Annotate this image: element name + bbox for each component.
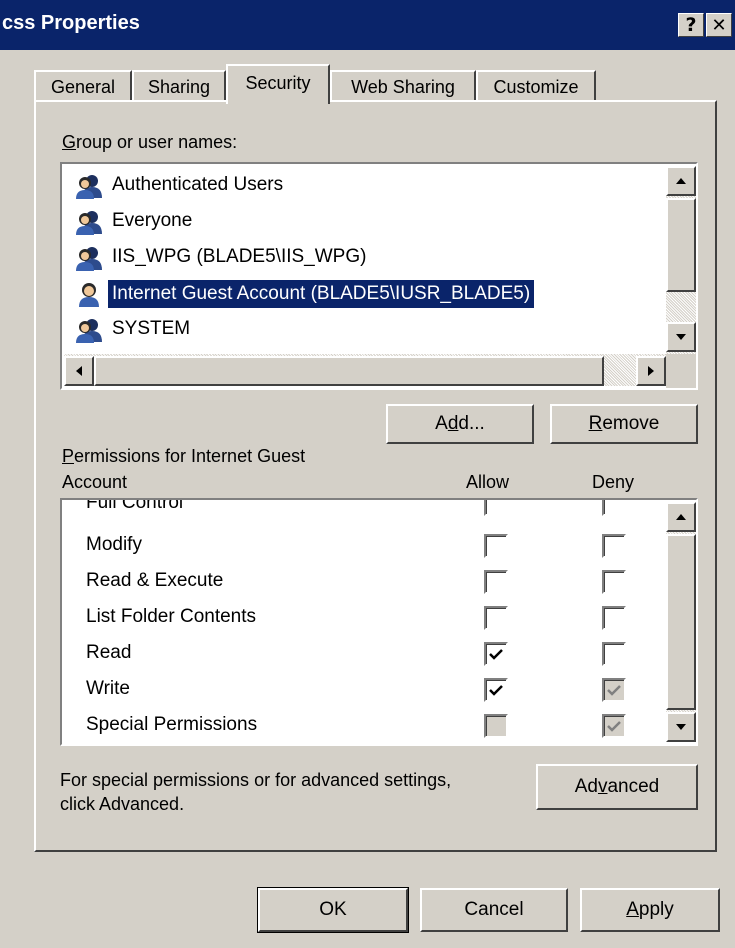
checkmark-icon	[607, 721, 621, 732]
tab-customize-label: Customize	[493, 77, 579, 97]
group-name: IIS_WPG (BLADE5\IIS_WPG)	[112, 246, 367, 267]
group-users-icon	[76, 319, 102, 343]
add-button[interactable]: Add...	[386, 404, 534, 444]
scroll-right-button[interactable]	[636, 356, 666, 386]
permission-name: Read & Execute	[86, 570, 224, 591]
permission-row: Read & Execute	[86, 564, 646, 600]
permission-row: Read	[86, 636, 646, 672]
group-name: SYSTEM	[112, 318, 191, 339]
permissions-label-account: Account	[62, 472, 128, 492]
remove-button[interactable]: Remove	[550, 404, 698, 444]
permission-row: Modify	[86, 528, 646, 564]
window-title: css Properties	[2, 12, 140, 34]
scroll-thumb[interactable]	[666, 198, 696, 292]
close-icon: ✕	[711, 15, 727, 36]
scroll-corner	[666, 354, 696, 388]
advanced-note-line2: click Advanced.	[60, 794, 185, 814]
allow-checkbox[interactable]	[484, 642, 508, 666]
permission-name: Write	[86, 678, 130, 699]
allow-header: Allow	[466, 472, 510, 492]
permission-row: Special Permissions	[86, 708, 646, 744]
advanced-button[interactable]: Advanced	[536, 764, 698, 810]
arrow-down-icon	[676, 724, 686, 730]
permission-row: Full Control	[86, 498, 646, 522]
permission-name: Read	[86, 642, 132, 663]
tab-sharing[interactable]: Sharing	[132, 70, 226, 102]
advanced-note-line1: For special permissions or for advanced …	[60, 770, 452, 790]
scroll-up-button[interactable]	[666, 502, 696, 532]
deny-checkbox-disabled	[602, 714, 626, 738]
tab-security-label: Security	[245, 73, 311, 93]
scroll-left-button[interactable]	[64, 356, 94, 386]
hscroll-thumb[interactable]	[94, 356, 604, 386]
tab-customize[interactable]: Customize	[476, 70, 596, 102]
group-names-label: Group or user names:	[62, 132, 238, 152]
tab-general-label: General	[50, 77, 116, 97]
close-button[interactable]: ✕	[706, 13, 732, 37]
group-list[interactable]: Authenticated Users Everyone IIS_WPG (BL…	[60, 162, 698, 390]
list-item-selected[interactable]: Internet Guest Account (BLADE5\IUSR_BLAD…	[66, 276, 666, 312]
list-item[interactable]: Authenticated Users	[66, 168, 666, 204]
permissions-label: Permissions for Internet Guest	[62, 446, 306, 466]
checkmark-icon	[607, 685, 621, 696]
allow-checkbox-disabled	[484, 714, 508, 738]
single-user-icon	[79, 283, 99, 307]
allow-checkbox[interactable]	[484, 678, 508, 702]
tab-sharing-label: Sharing	[147, 77, 211, 97]
cancel-button[interactable]: Cancel	[420, 888, 568, 932]
deny-checkbox-disabled	[602, 678, 626, 702]
scroll-thumb[interactable]	[666, 534, 696, 710]
allow-checkbox[interactable]	[484, 534, 508, 558]
scroll-down-button[interactable]	[666, 322, 696, 352]
permission-name: Special Permissions	[86, 714, 258, 735]
deny-checkbox[interactable]	[602, 642, 626, 666]
checkmark-icon	[489, 685, 503, 696]
group-users-icon	[76, 247, 102, 271]
scroll-down-button[interactable]	[666, 712, 696, 742]
list-item[interactable]: SYSTEM	[66, 312, 666, 348]
arrow-left-icon	[76, 366, 82, 376]
deny-checkbox[interactable]	[602, 500, 626, 516]
group-name: Everyone	[112, 210, 193, 231]
tab-general[interactable]: General	[34, 70, 132, 102]
deny-checkbox[interactable]	[602, 534, 626, 558]
permission-name: List Folder Contents	[86, 606, 257, 627]
deny-header: Deny	[592, 472, 635, 492]
scroll-up-button[interactable]	[666, 166, 696, 196]
tab-web-sharing[interactable]: Web Sharing	[330, 70, 476, 102]
arrow-up-icon	[676, 178, 686, 184]
apply-button[interactable]: Apply	[580, 888, 720, 932]
group-users-icon	[76, 175, 102, 199]
group-name: Authenticated Users	[112, 174, 284, 195]
permission-row: List Folder Contents	[86, 600, 646, 636]
list-item[interactable]: Everyone	[66, 204, 666, 240]
tab-web-sharing-label: Web Sharing	[351, 77, 455, 97]
permissions-list[interactable]: Full Control Modify Read & Execute List …	[60, 498, 698, 746]
group-name: Internet Guest Account (BLADE5\IUSR_BLAD…	[108, 280, 535, 308]
help-button[interactable]: ?	[678, 13, 704, 37]
allow-checkbox[interactable]	[484, 606, 508, 630]
list-item[interactable]: IIS_WPG (BLADE5\IIS_WPG)	[66, 240, 666, 276]
tab-security[interactable]: Security	[226, 64, 330, 104]
permission-name: Modify	[86, 534, 142, 555]
allow-checkbox[interactable]	[484, 500, 508, 516]
permission-name: Full Control	[86, 498, 184, 513]
group-users-icon	[76, 211, 102, 235]
arrow-down-icon	[676, 334, 686, 340]
deny-checkbox[interactable]	[602, 606, 626, 630]
allow-checkbox[interactable]	[484, 570, 508, 594]
permission-row: Write	[86, 672, 646, 708]
checkmark-icon	[489, 649, 503, 660]
arrow-right-icon	[648, 366, 654, 376]
ok-button[interactable]: OK	[257, 887, 409, 933]
deny-checkbox[interactable]	[602, 570, 626, 594]
arrow-up-icon	[676, 514, 686, 520]
